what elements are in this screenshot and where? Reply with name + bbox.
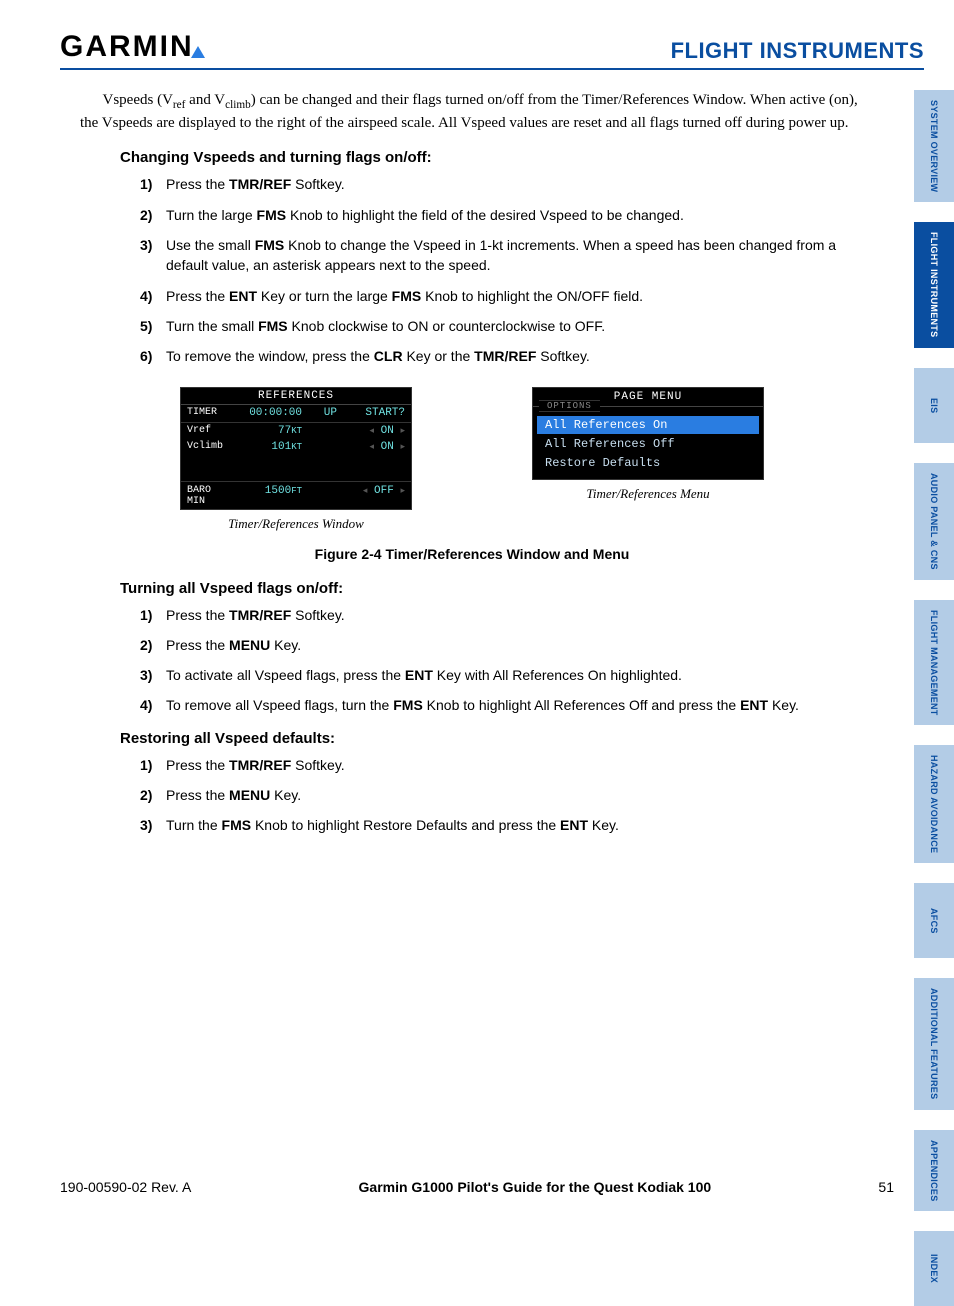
menu-item[interactable]: Restore Defaults xyxy=(537,454,759,472)
procedure-step: Press the TMR/REF Softkey. xyxy=(140,605,864,625)
procedure-step: Use the small FMS Knob to change the Vsp… xyxy=(140,235,864,276)
side-tab[interactable]: FLIGHT INSTRUMENTS xyxy=(914,222,954,347)
side-tab[interactable]: FLIGHT MANAGEMENT xyxy=(914,600,954,726)
side-tab[interactable]: INDEX xyxy=(914,1231,954,1306)
procedure-list: Press the TMR/REF Softkey. Press the MENU… xyxy=(140,605,864,716)
procedure-step: Turn the FMS Knob to highlight Restore D… xyxy=(140,815,864,835)
figure-row: REFERENCES TIMER 00:00:00 UP START? Vref… xyxy=(120,387,824,532)
side-tab[interactable]: APPENDICES xyxy=(914,1130,954,1212)
left-arrow-icon: ◂ xyxy=(370,426,375,436)
doc-title: Garmin G1000 Pilot's Guide for the Quest… xyxy=(359,1179,712,1195)
left-arrow-icon: ◂ xyxy=(370,442,375,452)
doc-number: 190-00590-02 Rev. A xyxy=(60,1179,191,1195)
menu-figure: PAGE MENU OPTIONS All References OnAll R… xyxy=(532,387,764,532)
timer-row: TIMER 00:00:00 UP START? xyxy=(181,405,411,423)
brand-text: GARMIN xyxy=(60,30,194,64)
left-arrow-icon: ◂ xyxy=(363,486,368,496)
procedure-step: Press the ENT Key or turn the large FMS … xyxy=(140,286,864,306)
procedure-step: To activate all Vspeed flags, press the … xyxy=(140,665,864,685)
side-tab[interactable]: HAZARD AVOIDANCE xyxy=(914,745,954,863)
procedure-step: Turn the large FMS Knob to highlight the… xyxy=(140,205,864,225)
right-arrow-icon: ▸ xyxy=(400,426,405,436)
menu-item[interactable]: All References Off xyxy=(537,435,759,453)
figure-title: Figure 2-4 Timer/References Window and M… xyxy=(80,546,864,562)
page-number: 51 xyxy=(878,1179,894,1195)
right-arrow-icon: ▸ xyxy=(400,486,405,496)
menu-item[interactable]: All References On xyxy=(537,416,759,434)
options-label: OPTIONS xyxy=(539,400,600,412)
procedure-step: Press the TMR/REF Softkey. xyxy=(140,174,864,194)
vspeed-row: Vclimb101KT◂ ON ▸ xyxy=(181,439,411,455)
references-window: REFERENCES TIMER 00:00:00 UP START? Vref… xyxy=(180,387,412,510)
vspeed-row: Vref77KT◂ ON ▸ xyxy=(181,423,411,439)
side-tab[interactable]: SYSTEM OVERVIEW xyxy=(914,90,954,202)
brand-logo: GARMIN xyxy=(60,30,205,64)
lcd-title: REFERENCES xyxy=(181,388,411,405)
side-tab[interactable]: AUDIO PANEL & CNS xyxy=(914,463,954,580)
procedure-step: Press the MENU Key. xyxy=(140,785,864,805)
side-tab[interactable]: ADDITIONAL FEATURES xyxy=(914,978,954,1109)
page-header: GARMIN FLIGHT INSTRUMENTS xyxy=(60,30,924,70)
page-footer: 190-00590-02 Rev. A Garmin G1000 Pilot's… xyxy=(60,1179,894,1195)
figure-caption: Timer/References Window xyxy=(180,516,412,532)
side-tabs: SYSTEM OVERVIEW FLIGHT INSTRUMENTS EIS AUDI… xyxy=(914,90,954,1306)
procedure-list: Press the TMR/REF Softkey. Turn the large… xyxy=(140,174,864,366)
procedure-step: Press the MENU Key. xyxy=(140,635,864,655)
brand-delta-icon xyxy=(191,46,205,58)
baro-row: BARO MIN 1500FT ◂ OFF ▸ xyxy=(181,481,411,509)
page-content: Vspeeds (Vref and Vclimb) can be changed… xyxy=(60,90,924,836)
section-heading: Restoring all Vspeed defaults: xyxy=(120,730,864,747)
procedure-step: To remove the window, press the CLR Key … xyxy=(140,346,864,366)
procedure-step: Press the TMR/REF Softkey. xyxy=(140,755,864,775)
side-tab[interactable]: EIS xyxy=(914,368,954,443)
references-figure: REFERENCES TIMER 00:00:00 UP START? Vref… xyxy=(180,387,412,532)
section-heading: Changing Vspeeds and turning flags on/of… xyxy=(120,149,864,166)
procedure-step: Turn the small FMS Knob clockwise to ON … xyxy=(140,316,864,336)
right-arrow-icon: ▸ xyxy=(400,442,405,452)
intro-paragraph: Vspeeds (Vref and Vclimb) can be changed… xyxy=(80,90,864,133)
section-heading: Turning all Vspeed flags on/off: xyxy=(120,580,864,597)
side-tab[interactable]: AFCS xyxy=(914,883,954,958)
procedure-step: To remove all Vspeed flags, turn the FMS… xyxy=(140,695,864,715)
page-menu-window: PAGE MENU OPTIONS All References OnAll R… xyxy=(532,387,764,480)
chapter-title: FLIGHT INSTRUMENTS xyxy=(671,38,924,64)
procedure-list: Press the TMR/REF Softkey. Press the MENU… xyxy=(140,755,864,836)
figure-caption: Timer/References Menu xyxy=(532,486,764,502)
